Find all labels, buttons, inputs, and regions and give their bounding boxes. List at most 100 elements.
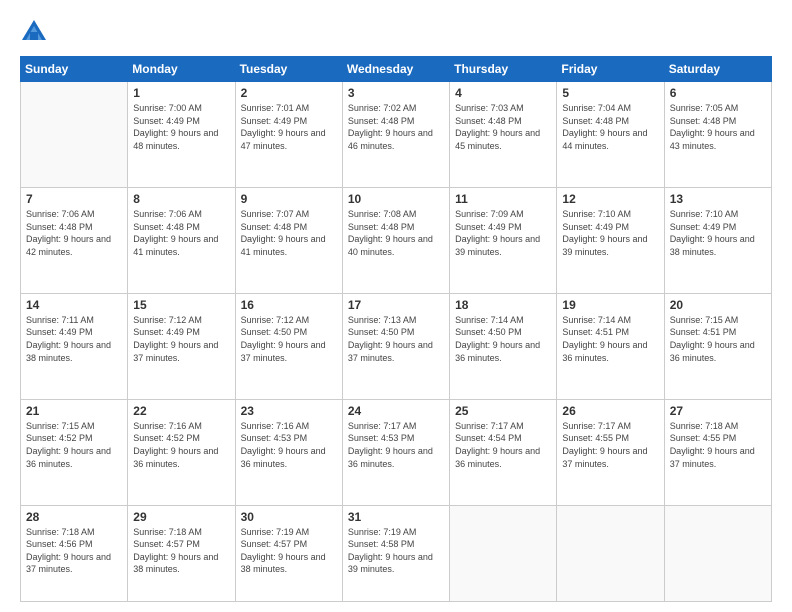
weekday-header-monday: Monday (128, 57, 235, 82)
day-info: Sunrise: 7:16 AMSunset: 4:52 PMDaylight:… (133, 420, 229, 470)
day-info: Sunrise: 7:12 AMSunset: 4:50 PMDaylight:… (241, 314, 337, 364)
week-row-5: 28Sunrise: 7:18 AMSunset: 4:56 PMDayligh… (21, 505, 772, 601)
day-info: Sunrise: 7:06 AMSunset: 4:48 PMDaylight:… (26, 208, 122, 258)
weekday-header-sunday: Sunday (21, 57, 128, 82)
day-info: Sunrise: 7:18 AMSunset: 4:55 PMDaylight:… (670, 420, 766, 470)
day-number: 15 (133, 298, 229, 312)
day-number: 28 (26, 510, 122, 524)
week-row-1: 1 Sunrise: 7:00 AMSunset: 4:49 PMDaylight… (21, 82, 772, 188)
logo (20, 18, 50, 46)
calendar-cell: 21 Sunrise: 7:15 AMSunset: 4:52 PMDayligh… (21, 399, 128, 505)
calendar-cell: 24 Sunrise: 7:17 AMSunset: 4:53 PMDayligh… (342, 399, 449, 505)
day-info: Sunrise: 7:00 AMSunset: 4:49 PMDaylight:… (133, 102, 229, 152)
calendar-cell: 28Sunrise: 7:18 AMSunset: 4:56 PMDayligh… (21, 505, 128, 601)
header (20, 18, 772, 46)
day-number: 23 (241, 404, 337, 418)
day-info: Sunrise: 7:06 AMSunset: 4:48 PMDaylight:… (133, 208, 229, 258)
calendar-cell: 20 Sunrise: 7:15 AMSunset: 4:51 PMDayligh… (664, 293, 771, 399)
calendar-cell: 27 Sunrise: 7:18 AMSunset: 4:55 PMDayligh… (664, 399, 771, 505)
calendar-cell: 23 Sunrise: 7:16 AMSunset: 4:53 PMDayligh… (235, 399, 342, 505)
day-number: 9 (241, 192, 337, 206)
day-number: 25 (455, 404, 551, 418)
calendar-cell: 11 Sunrise: 7:09 AMSunset: 4:49 PMDayligh… (450, 187, 557, 293)
calendar-cell: 15 Sunrise: 7:12 AMSunset: 4:49 PMDayligh… (128, 293, 235, 399)
calendar-cell: 25 Sunrise: 7:17 AMSunset: 4:54 PMDayligh… (450, 399, 557, 505)
day-number: 7 (26, 192, 122, 206)
day-number: 11 (455, 192, 551, 206)
day-number: 12 (562, 192, 658, 206)
calendar-cell: 5 Sunrise: 7:04 AMSunset: 4:48 PMDaylight… (557, 82, 664, 188)
day-info: Sunrise: 7:09 AMSunset: 4:49 PMDaylight:… (455, 208, 551, 258)
day-number: 19 (562, 298, 658, 312)
calendar-cell: 26Sunrise: 7:17 AMSunset: 4:55 PMDayligh… (557, 399, 664, 505)
day-info: Sunrise: 7:15 AMSunset: 4:52 PMDaylight:… (26, 420, 122, 470)
day-info: Sunrise: 7:13 AMSunset: 4:50 PMDaylight:… (348, 314, 444, 364)
day-number: 27 (670, 404, 766, 418)
calendar-cell (664, 505, 771, 601)
day-info: Sunrise: 7:17 AMSunset: 4:53 PMDaylight:… (348, 420, 444, 470)
weekday-header-thursday: Thursday (450, 57, 557, 82)
calendar-table: SundayMondayTuesdayWednesdayThursdayFrid… (20, 56, 772, 602)
day-info: Sunrise: 7:17 AMSunset: 4:55 PMDaylight:… (562, 420, 658, 470)
day-info: Sunrise: 7:03 AMSunset: 4:48 PMDaylight:… (455, 102, 551, 152)
day-number: 8 (133, 192, 229, 206)
day-info: Sunrise: 7:16 AMSunset: 4:53 PMDaylight:… (241, 420, 337, 470)
day-number: 2 (241, 86, 337, 100)
day-info: Sunrise: 7:08 AMSunset: 4:48 PMDaylight:… (348, 208, 444, 258)
day-number: 30 (241, 510, 337, 524)
day-info: Sunrise: 7:10 AMSunset: 4:49 PMDaylight:… (562, 208, 658, 258)
day-info: Sunrise: 7:17 AMSunset: 4:54 PMDaylight:… (455, 420, 551, 470)
calendar-cell: 2Sunrise: 7:01 AMSunset: 4:49 PMDaylight… (235, 82, 342, 188)
weekday-header-row: SundayMondayTuesdayWednesdayThursdayFrid… (21, 57, 772, 82)
day-number: 4 (455, 86, 551, 100)
weekday-header-tuesday: Tuesday (235, 57, 342, 82)
calendar-cell: 12 Sunrise: 7:10 AMSunset: 4:49 PMDayligh… (557, 187, 664, 293)
day-info: Sunrise: 7:19 AMSunset: 4:57 PMDaylight:… (241, 526, 337, 576)
day-number: 6 (670, 86, 766, 100)
day-info: Sunrise: 7:19 AMSunset: 4:58 PMDaylight:… (348, 526, 444, 576)
day-info: Sunrise: 7:10 AMSunset: 4:49 PMDaylight:… (670, 208, 766, 258)
calendar-cell: 14 Sunrise: 7:11 AMSunset: 4:49 PMDayligh… (21, 293, 128, 399)
calendar-cell (557, 505, 664, 601)
calendar-cell: 4 Sunrise: 7:03 AMSunset: 4:48 PMDaylight… (450, 82, 557, 188)
calendar-cell (21, 82, 128, 188)
day-info: Sunrise: 7:14 AMSunset: 4:50 PMDaylight:… (455, 314, 551, 364)
day-info: Sunrise: 7:07 AMSunset: 4:48 PMDaylight:… (241, 208, 337, 258)
day-number: 22 (133, 404, 229, 418)
weekday-header-saturday: Saturday (664, 57, 771, 82)
day-number: 20 (670, 298, 766, 312)
day-number: 14 (26, 298, 122, 312)
calendar-cell: 19Sunrise: 7:14 AMSunset: 4:51 PMDayligh… (557, 293, 664, 399)
day-number: 31 (348, 510, 444, 524)
day-number: 21 (26, 404, 122, 418)
weekday-header-wednesday: Wednesday (342, 57, 449, 82)
day-info: Sunrise: 7:11 AMSunset: 4:49 PMDaylight:… (26, 314, 122, 364)
day-info: Sunrise: 7:05 AMSunset: 4:48 PMDaylight:… (670, 102, 766, 152)
day-number: 1 (133, 86, 229, 100)
day-number: 17 (348, 298, 444, 312)
day-info: Sunrise: 7:18 AMSunset: 4:57 PMDaylight:… (133, 526, 229, 576)
calendar-cell: 17 Sunrise: 7:13 AMSunset: 4:50 PMDayligh… (342, 293, 449, 399)
day-number: 13 (670, 192, 766, 206)
day-number: 5 (562, 86, 658, 100)
calendar-cell: 3Sunrise: 7:02 AMSunset: 4:48 PMDaylight… (342, 82, 449, 188)
calendar-cell: 31 Sunrise: 7:19 AMSunset: 4:58 PMDayligh… (342, 505, 449, 601)
calendar-cell: 30 Sunrise: 7:19 AMSunset: 4:57 PMDayligh… (235, 505, 342, 601)
calendar-cell: 9 Sunrise: 7:07 AMSunset: 4:48 PMDaylight… (235, 187, 342, 293)
day-number: 16 (241, 298, 337, 312)
calendar-cell: 29Sunrise: 7:18 AMSunset: 4:57 PMDayligh… (128, 505, 235, 601)
calendar-cell: 1 Sunrise: 7:00 AMSunset: 4:49 PMDaylight… (128, 82, 235, 188)
day-info: Sunrise: 7:02 AMSunset: 4:48 PMDaylight:… (348, 102, 444, 152)
day-info: Sunrise: 7:04 AMSunset: 4:48 PMDaylight:… (562, 102, 658, 152)
calendar-cell: 7 Sunrise: 7:06 AMSunset: 4:48 PMDaylight… (21, 187, 128, 293)
day-number: 18 (455, 298, 551, 312)
day-number: 24 (348, 404, 444, 418)
day-info: Sunrise: 7:12 AMSunset: 4:49 PMDaylight:… (133, 314, 229, 364)
calendar-cell: 8 Sunrise: 7:06 AMSunset: 4:48 PMDaylight… (128, 187, 235, 293)
week-row-2: 7 Sunrise: 7:06 AMSunset: 4:48 PMDaylight… (21, 187, 772, 293)
day-info: Sunrise: 7:15 AMSunset: 4:51 PMDaylight:… (670, 314, 766, 364)
week-row-3: 14 Sunrise: 7:11 AMSunset: 4:49 PMDayligh… (21, 293, 772, 399)
calendar-cell (450, 505, 557, 601)
calendar-cell: 10Sunrise: 7:08 AMSunset: 4:48 PMDayligh… (342, 187, 449, 293)
weekday-header-friday: Friday (557, 57, 664, 82)
